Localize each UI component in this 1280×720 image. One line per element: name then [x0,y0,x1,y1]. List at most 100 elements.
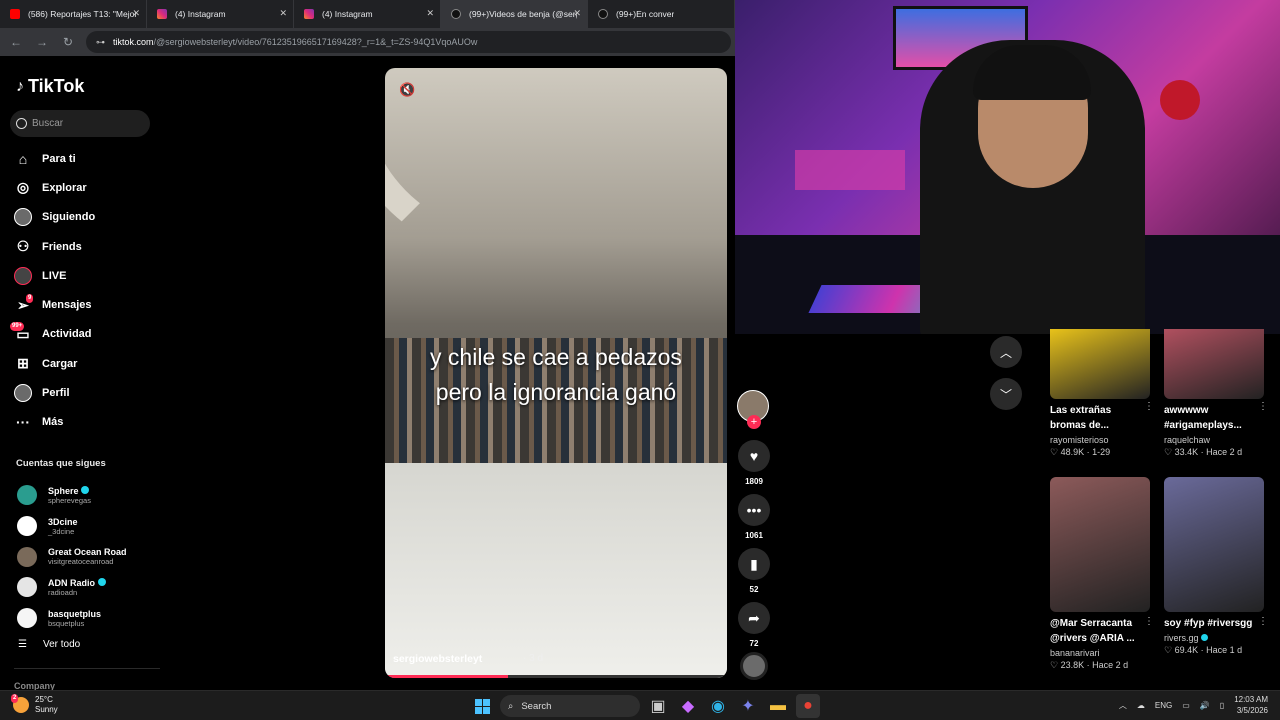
nav-item-friends[interactable]: ⚇ Friends [14,232,95,261]
account-avatar [17,546,37,567]
see-all-link[interactable]: ☰ Ver todo [18,639,80,650]
recommended-video-card[interactable]: ⋮ Las extrañas bromas de... rayomisterio… [1050,329,1154,458]
video-author[interactable]: bananarivari [1050,648,1100,658]
video-author[interactable]: sergiowebsterleyt [393,653,482,665]
save-action[interactable]: ▮ 52 [737,548,771,594]
nav-item-siguiendo[interactable]: Siguiendo [14,203,95,232]
windows-taskbar: 2 25°C Sunny ⌕ Search ▣ ◆ ◉ ✦ ▬ ● ︿ ☁ ENG … [0,690,1280,720]
bookmark-icon[interactable]: ▮ [738,548,770,580]
video-title[interactable]: soy #fyp #riversgg [1164,616,1254,631]
close-icon[interactable]: ✕ [573,8,581,19]
following-item[interactable]: basquetplus bsquetplus [17,603,127,634]
music-disc-icon[interactable] [740,652,768,680]
reload-icon[interactable]: ↻ [60,35,76,49]
site-info-icon[interactable]: ⊶ [96,37,105,48]
taskbar-search[interactable]: ⌕ Search [500,695,640,717]
previous-video-button[interactable]: ︿ [990,336,1022,368]
video-player[interactable]: 🔇 y chile se cae a pedazos pero la ignora… [385,68,727,678]
more-options-icon[interactable]: ⋮ [1258,616,1268,627]
share-action[interactable]: ➦ 72 [737,602,771,648]
back-icon[interactable]: ← [8,35,24,49]
cloud-icon[interactable]: ☁ [1137,701,1145,710]
tab-title: (4) Instagram [322,9,373,19]
browser-tab[interactable]: (4) Instagram ✕ [147,0,294,28]
url-field[interactable]: ⊶ tiktok.com/@sergiowebsterleyt/video/76… [86,31,731,53]
teams-icon[interactable]: ✦ [736,694,760,718]
following-item[interactable]: Great Ocean Road visitgreatoceanroad [17,541,127,572]
file-explorer-icon[interactable]: ▬ [766,694,790,718]
verified-badge-icon [81,485,90,494]
video-thumbnail[interactable] [1164,329,1264,399]
account-avatar [17,608,37,629]
task-view-icon[interactable]: ▣ [646,694,670,718]
following-item[interactable]: 3Dcine _3dcine [17,511,127,542]
recommended-video-card[interactable]: ⋮ soy #fyp #riversgg rivers.gg ♡ 69.4K ·… [1164,477,1268,656]
live-icon [14,266,32,285]
nav-item-cargar[interactable]: ⊞ Cargar [14,349,95,378]
caption-line: pero la ignorancia ganó [435,379,677,405]
more-options-icon[interactable]: ⋮ [1258,401,1268,412]
nav-item-actividad[interactable]: ▭ 99+ Actividad [10,320,95,349]
creator-avatar[interactable]: + [737,390,769,429]
edge-icon[interactable]: ◉ [706,694,730,718]
nav-item-más[interactable]: ··· Más [14,408,95,437]
battery-icon[interactable]: ▯ [1220,701,1224,710]
nav-item-mensajes[interactable]: ➢ 9 Mensajes [14,290,95,319]
tiktok-logo[interactable]: ♪ TikTok [16,76,84,97]
share-icon[interactable]: ➦ [738,602,770,634]
video-author[interactable]: rayomisterioso [1050,435,1109,445]
weather-widget[interactable]: 2 25°C Sunny [11,694,58,715]
next-video-button[interactable]: ﹀ [990,378,1022,410]
more-options-icon[interactable]: ⋮ [1144,401,1154,412]
browser-tab[interactable]: (99+)En conver [588,0,735,28]
browser-tab[interactable]: (4) Instagram ✕ [294,0,441,28]
weather-badge: 2 [11,694,19,703]
search-input[interactable]: Buscar [10,110,150,137]
browser-tab-strip: (586) Reportajes T13: "Mejor N ✕ (4) Insta… [0,0,735,28]
nav-item-live[interactable]: LIVE [14,261,95,290]
following-item[interactable]: ADN Radio radioadn [17,572,127,603]
video-title[interactable]: @Mar Serracanta @rivers @ARIA ... [1050,616,1140,646]
volume-icon[interactable]: 🔊 [1200,701,1210,710]
language-indicator[interactable]: ENG [1155,701,1172,710]
nav-label: Mensajes [42,299,92,312]
like-count: 48.9K [1060,447,1085,457]
video-thumbnail[interactable] [1050,477,1150,612]
nav-item-explorar[interactable]: ◎ Explorar [14,173,95,202]
muted-speaker-icon[interactable]: 🔇 [399,82,415,98]
nav-item-para-ti[interactable]: ⌂ Para ti [14,144,95,173]
more-options-icon[interactable]: ⋮ [1144,616,1154,627]
nav-label: Para ti [42,152,76,165]
video-thumbnail[interactable] [1050,329,1150,399]
windows-start-icon[interactable] [470,694,494,718]
share-count: 72 [749,639,759,648]
like-action[interactable]: ♥ 1809 [737,440,771,486]
recommended-video-card[interactable]: ⋮ @Mar Serracanta @rivers @ARIA ... bana… [1050,477,1154,671]
browser-tab[interactable]: (99+)Videos de benja (@sergio ✕ [441,0,588,28]
comment-icon[interactable]: ••• [738,494,770,526]
recommended-video-card[interactable]: ⋮ awwwww #arigameplays... raquelchaw ♡ 3… [1164,329,1268,458]
chrome-icon[interactable]: ● [796,694,820,718]
close-icon[interactable]: ✕ [132,8,140,19]
network-icon[interactable]: ▭ [1182,701,1190,710]
close-icon[interactable]: ✕ [426,8,434,19]
video-author[interactable]: raquelchaw [1164,435,1210,445]
video-thumbnail[interactable] [1164,477,1264,612]
comment-action[interactable]: ••• 1061 [737,494,771,540]
copilot-icon[interactable]: ◆ [676,694,700,718]
forward-icon[interactable]: → [34,35,50,49]
video-author[interactable]: rivers.gg [1164,633,1199,643]
browser-tab[interactable]: (586) Reportajes T13: "Mejor N ✕ [0,0,147,28]
clock[interactable]: 12:03 AM 3/5/2026 [1234,694,1268,716]
following-item[interactable]: Sphere spherevegas [17,480,127,511]
nav-item-perfil[interactable]: Perfil [14,378,95,407]
follow-plus-icon[interactable]: + [747,415,761,429]
video-progress-bar[interactable] [385,675,727,678]
account-avatar [17,516,37,537]
url-path: /@sergiowebsterleyt/video/76123519665171… [153,37,478,47]
video-title[interactable]: awwwww #arigameplays... [1164,403,1254,433]
video-title[interactable]: Las extrañas bromas de... [1050,403,1140,433]
heart-icon[interactable]: ♥ [738,440,770,472]
close-icon[interactable]: ✕ [279,8,287,19]
tray-chevron-icon[interactable]: ︿ [1119,700,1127,711]
